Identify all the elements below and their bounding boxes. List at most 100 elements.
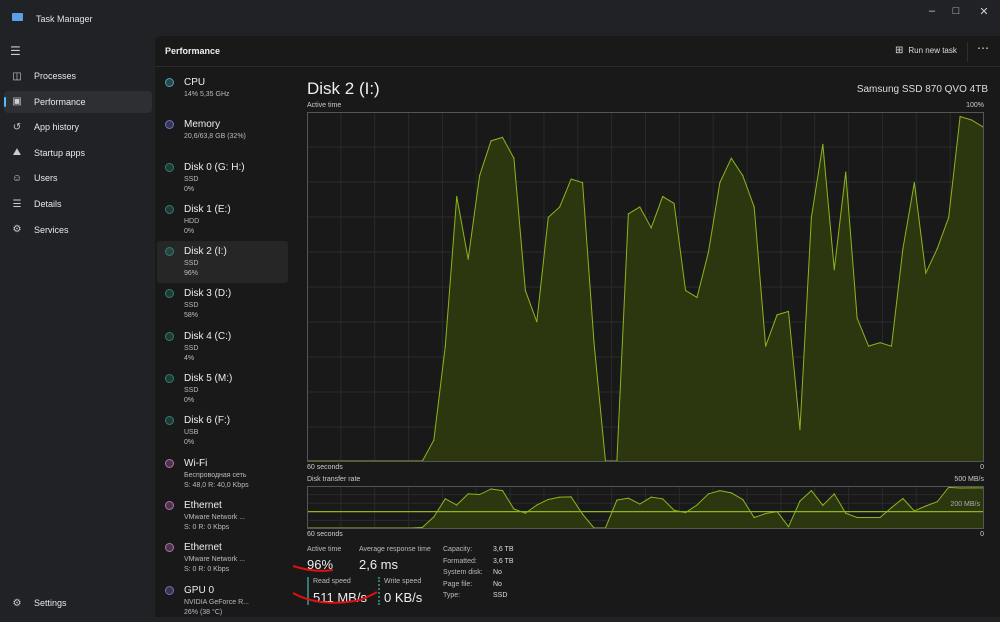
users-icon: ☺: [11, 172, 23, 184]
data-point: [467, 258, 469, 260]
device-subtitle: Беспроводная сеть: [184, 471, 247, 479]
nav-item-app-history[interactable]: ↺ App history: [4, 116, 152, 138]
device-status-icon: [165, 162, 174, 172]
device-item[interactable]: Disk 5 (M:) SSD 0%: [157, 368, 288, 410]
data-point: [524, 289, 526, 292]
data-point: [742, 175, 744, 177]
device-item[interactable]: Memory 20,6/63,8 GB (32%): [157, 114, 288, 156]
data-point: [959, 115, 961, 118]
run-new-task-button[interactable]: ⊞ Run new task: [895, 45, 957, 56]
device-status-icon: [165, 204, 174, 214]
property-label: Capacity:: [443, 546, 473, 553]
device-name: Ethernet: [184, 542, 222, 554]
nav-item-startup-apps[interactable]: ⛰ Startup apps: [4, 142, 152, 164]
data-point: [421, 526, 424, 528]
device-item[interactable]: Disk 0 (G: H:) SSD 0%: [157, 157, 288, 199]
minimize-button[interactable]: –: [920, 5, 944, 19]
data-point: [444, 345, 446, 347]
data-point: [833, 269, 835, 271]
data-point: [627, 213, 629, 215]
main-content: Performance ⊞ Run new task ⋯ CPU 14% 5,3…: [155, 36, 1000, 617]
data-point: [536, 504, 538, 506]
device-status-icon: [165, 120, 174, 130]
data-point: [444, 498, 446, 500]
data-point: [879, 342, 881, 344]
device-usage: S: 48,0 R: 40,0 Kbps: [184, 481, 249, 489]
processes-icon: ◫: [12, 70, 22, 82]
data-point: [593, 342, 595, 344]
window-title: Task Manager: [36, 14, 93, 24]
data-point: [570, 178, 572, 180]
device-item[interactable]: Ethernet VMware Network ... S: 0 R: 0 Kb…: [157, 495, 288, 537]
data-point: [662, 195, 664, 198]
device-name: Disk 2 (I:): [184, 246, 227, 258]
nav-item-services[interactable]: ⚙ Services: [4, 219, 152, 241]
reference-line-label: 200 MB/s: [950, 501, 980, 508]
device-subtitle: SSD: [184, 344, 199, 352]
data-point: [650, 227, 652, 229]
data-point: [501, 136, 504, 138]
device-item[interactable]: GPU 0 NVIDIA GeForce R... 26% (38 °C): [157, 580, 288, 622]
device-item[interactable]: Wi-Fi Беспроводная сеть S: 48,0 R: 40,0 …: [157, 453, 288, 495]
data-point: [547, 216, 549, 218]
data-point: [787, 310, 790, 312]
data-point: [787, 526, 790, 528]
chart-title-active-time: Active time: [307, 102, 342, 109]
close-button[interactable]: ✕: [972, 5, 996, 19]
device-subtitle: USB: [184, 429, 199, 437]
device-item[interactable]: CPU 14% 5,35 GHz: [157, 72, 288, 114]
device-item[interactable]: Disk 1 (E:) HDD 0%: [157, 199, 288, 241]
data-point: [959, 487, 961, 489]
data-point: [673, 202, 675, 205]
nav-item-label: Settings: [34, 598, 67, 608]
device-item[interactable]: Disk 3 (D:) SSD 58%: [157, 283, 288, 325]
device-item[interactable]: Disk 4 (C:) SSD 4%: [157, 326, 288, 368]
device-status-icon: [165, 331, 174, 341]
device-item[interactable]: Ethernet VMware Network ... S: 0 R: 0 Kb…: [157, 537, 288, 579]
data-point: [570, 496, 572, 498]
nav-item-settings[interactable]: ⚙ Settings: [4, 592, 152, 614]
data-point: [845, 512, 847, 514]
nav-item-performance[interactable]: ▣ Performance: [4, 90, 152, 113]
device-status-icon: [165, 458, 174, 468]
history-icon: ↺: [12, 121, 22, 133]
nav-item-label: Processes: [34, 71, 77, 81]
device-name: Disk 1 (E:): [184, 203, 231, 215]
chart-ymax-label: 100%: [966, 102, 984, 109]
data-point: [719, 182, 721, 184]
device-item[interactable]: Disk 6 (F:) USB 0%: [157, 410, 288, 452]
maximize-button[interactable]: □: [944, 5, 968, 19]
data-point: [948, 216, 950, 218]
data-point: [559, 206, 561, 208]
data-point: [799, 500, 801, 502]
run-task-icon: ⊞: [895, 45, 904, 56]
data-point: [639, 503, 641, 505]
device-status-icon: [165, 78, 174, 87]
data-point: [650, 496, 652, 498]
hamburger-menu-icon[interactable]: ☰: [10, 44, 21, 58]
data-point: [684, 289, 687, 292]
device-status-icon: [165, 585, 174, 595]
page-title: Performance: [165, 46, 221, 56]
nav-item-details[interactable]: ☰ Details: [4, 193, 152, 215]
data-point: [730, 492, 732, 494]
data-point: [456, 195, 458, 198]
property-label: Type:: [443, 592, 461, 599]
nav-item-label: App history: [34, 122, 80, 133]
nav-item-processes[interactable]: ◫ Processes: [4, 65, 152, 87]
more-options-icon[interactable]: ⋯: [977, 41, 989, 55]
nav-item-label: Performance: [34, 96, 86, 107]
data-point: [765, 345, 767, 347]
device-item[interactable]: Disk 2 (I:) SSD 96%: [157, 241, 288, 284]
run-new-task-label: Run new task: [908, 46, 957, 55]
nav-item-users[interactable]: ☺ Users: [4, 167, 152, 189]
data-point: [902, 497, 904, 500]
data-point: [753, 206, 755, 208]
active-time-chart: [307, 112, 984, 462]
data-point: [547, 498, 549, 501]
device-usage: 58%: [184, 312, 199, 320]
data-point: [742, 498, 744, 501]
data-point: [890, 507, 893, 509]
device-subtitle: SSD: [184, 175, 199, 183]
data-point: [616, 499, 618, 501]
